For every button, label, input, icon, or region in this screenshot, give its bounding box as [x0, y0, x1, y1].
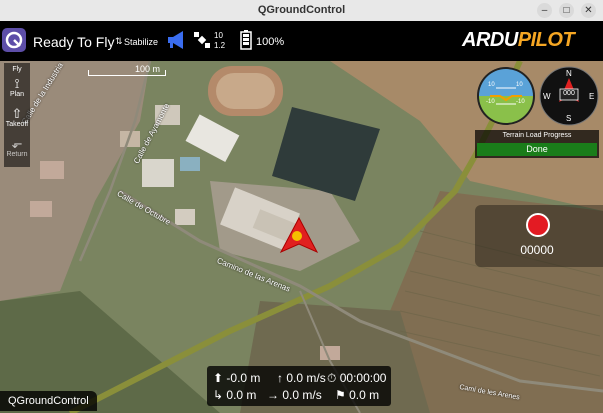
- main-toolbar: Ready To Fly ⇅ Stabilize 10 1.2 100% ARD…: [0, 21, 603, 61]
- home-icon: ⚑: [335, 388, 346, 402]
- close-button[interactable]: ✕: [581, 3, 596, 18]
- altitude-value: -0.0 m: [226, 371, 261, 385]
- battery-icon[interactable]: [240, 30, 252, 55]
- maximize-button[interactable]: □: [559, 3, 574, 18]
- altitude-icon: ⬆: [213, 371, 224, 385]
- compass-heading: 000: [563, 90, 575, 97]
- recording-panel: 00000: [475, 205, 603, 267]
- window-title: QGroundControl: [257, 4, 346, 16]
- vertical-speed-stat: ↑ 0.0 m/s: [277, 371, 326, 385]
- record-button[interactable]: [526, 213, 550, 237]
- ardupilot-logo: ARDUPILOT: [462, 29, 575, 52]
- pitch-mark: -10: [486, 99, 495, 105]
- vehicle-status[interactable]: Ready To Fly: [33, 34, 114, 50]
- terrain-status-bar: Done: [477, 143, 597, 156]
- megaphone-icon[interactable]: [166, 30, 188, 55]
- home-distance-stat: ⚑ 0.0 m: [335, 388, 379, 402]
- distance-stat: ↳ 0.0 m: [213, 388, 256, 402]
- brand-rest: PILOT: [517, 29, 575, 51]
- gps-satellite-count: 10: [214, 31, 223, 40]
- vertical-speed-value: 0.0 m/s: [286, 371, 326, 385]
- home-distance-value: 0.0 m: [349, 388, 380, 402]
- distance-value: 0.0 m: [226, 388, 257, 402]
- brand-accent: ARDU: [462, 29, 518, 51]
- telemetry-panel: ⬆ -0.0 m ↑ 0.0 m/s ⏱ 00:00:00 ↳ 0.0 m → …: [207, 366, 391, 406]
- horizontal-speed-icon: →: [267, 388, 279, 402]
- compass-east: E: [589, 92, 595, 101]
- compass-west: W: [543, 92, 551, 101]
- pitch-mark: 10: [516, 82, 523, 88]
- map-scale: 100 m: [88, 64, 166, 82]
- horizontal-speed-value: 0.0 m/s: [282, 388, 322, 402]
- vertical-speed-icon: ↑: [277, 371, 283, 385]
- satellite-icon[interactable]: [193, 31, 211, 54]
- record-time: 00000: [520, 243, 554, 257]
- stabilize-icon: ⇅: [115, 36, 123, 46]
- flight-time-stat: ⏱ 00:00:00: [327, 371, 386, 386]
- window-titlebar: QGroundControl – □ ✕: [0, 0, 603, 22]
- terrain-load-panel: Terrain Load Progress Done: [475, 130, 599, 158]
- pitch-mark: -10: [516, 99, 525, 105]
- plan-tool[interactable]: ⟟ Plan: [4, 76, 30, 99]
- timer-icon: ⏱: [327, 371, 337, 385]
- distance-icon: ↳: [213, 388, 224, 402]
- return-tool[interactable]: ⬐ Return: [4, 136, 30, 159]
- return-tool-label: Return: [6, 151, 28, 158]
- gps-hdop: 1.2: [214, 41, 226, 50]
- battery-percent: 100%: [256, 36, 285, 48]
- flight-mode[interactable]: Stabilize: [124, 37, 158, 47]
- terrain-status: Done: [526, 144, 548, 154]
- takeoff-arrow-icon: ⇧: [11, 106, 23, 121]
- flight-time-value: 00:00:00: [339, 371, 387, 385]
- horizontal-speed-stat: → 0.0 m/s: [267, 388, 322, 402]
- qgc-logo-icon[interactable]: [2, 28, 26, 52]
- fly-tool-label: Fly: [12, 66, 22, 73]
- attitude-indicator: 10 10 -10 -10: [476, 66, 536, 131]
- app-footer-label: QGroundControl: [0, 391, 97, 411]
- takeoff-tool[interactable]: ⇧ Takeoff: [4, 106, 30, 129]
- minimize-button[interactable]: –: [537, 3, 552, 18]
- plan-tool-label: Plan: [9, 91, 24, 98]
- altitude-stat: ⬆ -0.0 m: [213, 371, 260, 385]
- left-tool-strip: Fly ⟟ Plan ⇧ Takeoff ⬐ Return: [4, 63, 30, 167]
- compass-north: N: [566, 69, 572, 78]
- plan-waypoint-icon: ⟟: [14, 76, 20, 91]
- takeoff-tool-label: Takeoff: [5, 121, 29, 128]
- terrain-title: Terrain Load Progress: [502, 132, 572, 139]
- pitch-mark: 10: [488, 82, 495, 88]
- compass-south: S: [566, 114, 572, 123]
- compass: N E S W 000: [539, 66, 599, 131]
- return-arrow-icon: ⬐: [11, 136, 23, 151]
- scale-value: 100 m: [134, 64, 160, 74]
- fly-tool[interactable]: Fly: [4, 66, 30, 73]
